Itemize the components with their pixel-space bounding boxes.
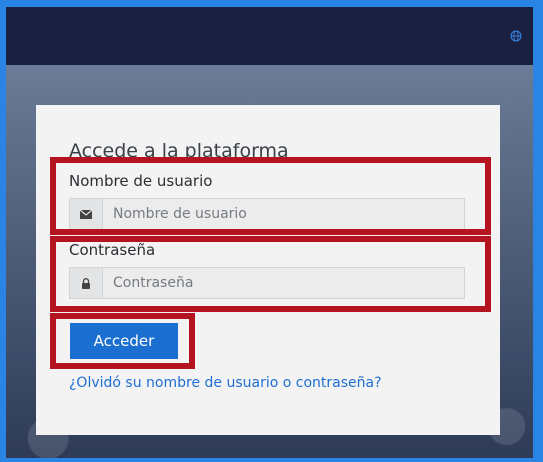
username-label: Nombre de usuario — [69, 172, 213, 190]
envelope-icon — [80, 209, 92, 219]
globe-icon[interactable] — [510, 30, 522, 42]
login-card: Accede a la plataforma Nombre de usuario… — [36, 105, 500, 435]
password-field[interactable] — [103, 268, 463, 298]
acceder-button[interactable]: Acceder — [70, 323, 178, 359]
forgot-credentials-link[interactable]: ¿Olvidó su nombre de usuario o contraseñ… — [69, 375, 382, 391]
username-field[interactable] — [103, 199, 463, 229]
lock-icon — [82, 277, 90, 289]
browser-frame: Accede a la plataforma Nombre de usuario… — [6, 7, 533, 458]
password-label: Contraseña — [69, 241, 156, 259]
top-navbar — [6, 7, 533, 65]
username-input-group — [69, 198, 465, 230]
password-input-group — [69, 267, 465, 299]
page-title: Accede a la plataforma — [69, 140, 289, 162]
username-addon — [70, 199, 103, 229]
password-addon — [70, 268, 103, 298]
